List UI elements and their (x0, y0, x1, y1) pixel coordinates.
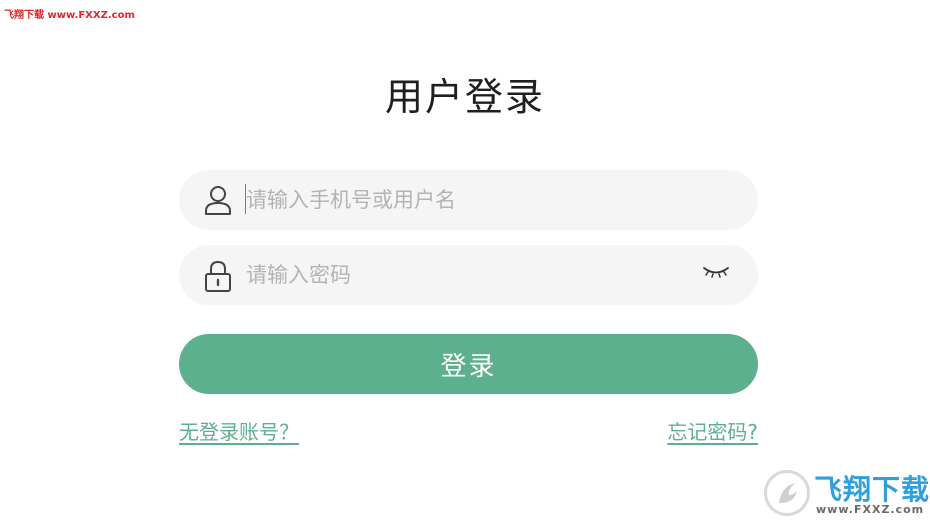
watermark-logo: 飞翔下载 www.FXXZ.com (764, 466, 930, 522)
logo-circle-icon (764, 470, 810, 516)
password-input[interactable] (246, 245, 686, 305)
lock-icon (203, 259, 233, 292)
watermark-logo-name: 飞翔下载 (814, 473, 930, 506)
login-button[interactable]: 登录 (179, 334, 758, 394)
register-link[interactable]: 无登录账号？ (179, 416, 299, 445)
page-title: 用户登录 (384, 75, 545, 119)
username-field[interactable] (179, 170, 758, 230)
forgot-password-link[interactable]: 忘记密码? (667, 416, 758, 445)
watermark-text: 飞翔下载 www.FXXZ.com (4, 10, 135, 21)
username-input[interactable] (246, 170, 686, 230)
password-field[interactable] (179, 245, 758, 305)
text-caret (245, 184, 246, 214)
user-icon (203, 184, 233, 216)
eye-closed-icon[interactable] (702, 264, 730, 280)
watermark-logo-url: www.FXXZ.com (816, 503, 925, 516)
